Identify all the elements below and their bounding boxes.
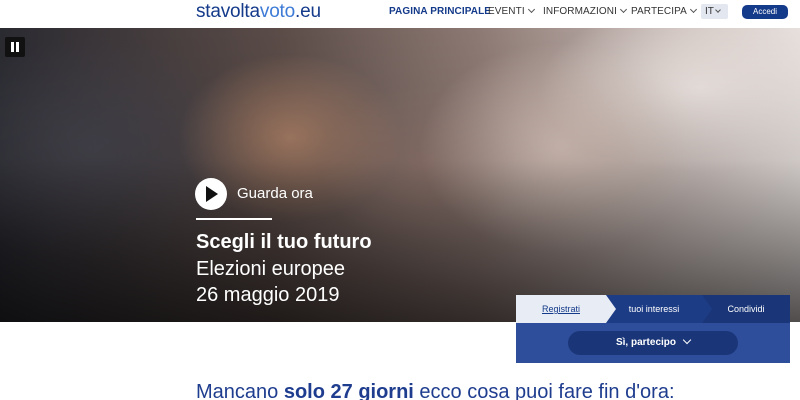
step-register[interactable]: Registrati bbox=[516, 295, 606, 323]
pause-icon[interactable] bbox=[5, 37, 25, 57]
hero-overlay bbox=[0, 28, 800, 322]
chevron-down-icon bbox=[527, 5, 535, 14]
step-interests[interactable]: tuoi interessi bbox=[606, 295, 702, 323]
pause-bar-left bbox=[11, 42, 14, 52]
chevron-down-icon bbox=[682, 335, 692, 345]
step-share[interactable]: Condividi bbox=[702, 295, 790, 323]
countdown-days: solo 27 giorni bbox=[283, 381, 414, 400]
pause-bar-right bbox=[16, 42, 19, 52]
language-label: IT bbox=[705, 6, 714, 17]
login-button[interactable]: Accedi bbox=[742, 5, 788, 19]
language-selector[interactable]: IT bbox=[701, 4, 728, 19]
hero-subtitle: Elezioni europee bbox=[196, 258, 345, 280]
play-triangle bbox=[206, 186, 218, 202]
hero-divider bbox=[196, 218, 272, 220]
chevron-down-icon bbox=[689, 5, 697, 14]
hero-title: Scegli il tuo futuro bbox=[196, 231, 372, 253]
nav-item-participate[interactable]: PARTECIPA bbox=[631, 5, 697, 18]
participate-button[interactable]: Sì, partecipo bbox=[568, 331, 738, 355]
logo-part-eu: .eu bbox=[295, 1, 321, 22]
logo-part-voto: voto bbox=[259, 1, 296, 22]
countdown-prefix: Mancano bbox=[196, 381, 284, 400]
nav-item-info[interactable]: INFORMAZIONI bbox=[543, 5, 628, 18]
step-arrow bbox=[606, 295, 616, 323]
watch-now-link[interactable]: Guarda ora bbox=[237, 185, 313, 203]
steps-bar: Registrati tuoi interessi Condividi bbox=[516, 295, 790, 323]
nav-participate-label: PARTECIPA bbox=[631, 6, 687, 17]
play-icon[interactable] bbox=[195, 178, 227, 210]
countdown-suffix: ecco cosa puoi fare fin d'ora: bbox=[413, 381, 675, 400]
nav-item-events[interactable]: EVENTI bbox=[488, 5, 535, 18]
nav-home-label: PAGINA PRINCIPALE bbox=[389, 6, 492, 17]
countdown-text: Mancano solo 27 giorni ecco cosa puoi fa… bbox=[196, 380, 675, 400]
nav-item-home[interactable]: PAGINA PRINCIPALE bbox=[389, 6, 491, 18]
nav-events-label: EVENTI bbox=[488, 6, 525, 17]
hero-video[interactable]: Guarda ora Scegli il tuo futuro Elezioni… bbox=[0, 28, 800, 322]
nav-info-label: INFORMAZIONI bbox=[543, 6, 617, 17]
chevron-down-icon bbox=[715, 7, 721, 13]
site-header: stavoltavoto.eu PAGINA PRINCIPALE EVENTI… bbox=[0, 0, 800, 28]
hero-date: 26 maggio 2019 bbox=[196, 284, 340, 306]
logo-part-stavolta: stavolta bbox=[196, 1, 260, 22]
step-arrow bbox=[702, 295, 712, 323]
participation-panel: Registrati tuoi interessi Condividi Sì, … bbox=[516, 295, 790, 363]
participate-button-label: Sì, partecipo bbox=[615, 337, 676, 348]
chevron-down-icon bbox=[619, 5, 628, 14]
site-logo[interactable]: stavoltavoto.eu bbox=[196, 0, 321, 24]
